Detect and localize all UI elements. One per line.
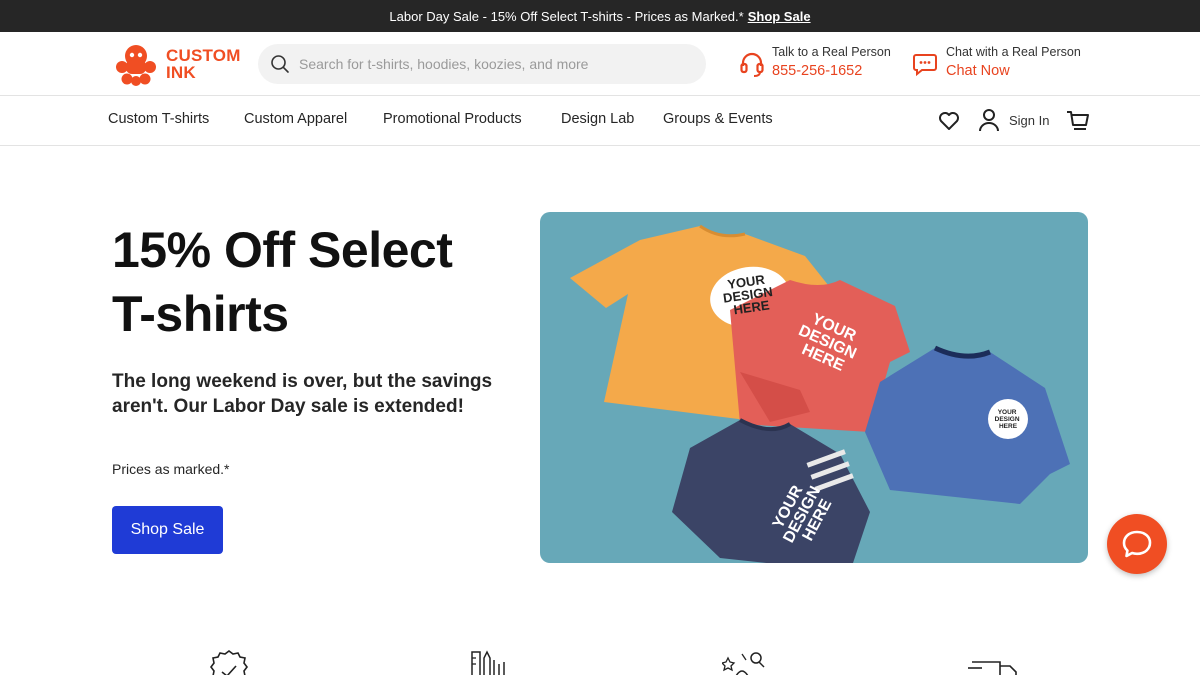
nav-item-groups-events[interactable]: Groups & Events — [663, 111, 773, 127]
site-header: CUSTOM INK Talk to a Real Person 855-256… — [0, 32, 1200, 96]
nav-item-promotional-products[interactable]: Promotional Products — [383, 111, 522, 127]
nav-item-custom-tshirts[interactable]: Custom T-shirts — [108, 111, 209, 127]
hero-image: YOUR DESIGN HERE YOUR DESIGN HERE YOUR D… — [540, 212, 1088, 563]
hero-note: Prices as marked.* — [112, 461, 230, 477]
headset-icon — [740, 52, 764, 77]
design-tools-icon — [722, 652, 765, 675]
delivery-truck-icon — [968, 661, 1017, 675]
hero-title-line1: 15% Off Select — [112, 222, 453, 278]
chat-label: Chat with a Real Person — [946, 45, 1081, 59]
phone-number-link[interactable]: 855-256-1652 — [772, 60, 891, 82]
logo-text-custom: CUSTOM — [166, 46, 241, 65]
hero-title: 15% Off Select T-shirts — [112, 218, 512, 346]
search-bar[interactable] — [258, 44, 706, 84]
logo-text-ink: INK — [166, 63, 196, 82]
logo-mark-icon — [116, 45, 156, 86]
phone-label: Talk to a Real Person — [772, 45, 891, 59]
search-icon[interactable] — [270, 54, 290, 74]
nav-item-custom-apparel[interactable]: Custom Apparel — [244, 111, 347, 127]
sign-in-button[interactable]: Sign In — [978, 108, 1049, 132]
chat-fab-button[interactable] — [1107, 514, 1167, 574]
shop-sale-button[interactable]: Shop Sale — [112, 506, 223, 554]
chat-now-link[interactable]: Chat Now — [946, 60, 1081, 82]
logo-wordmark: CUSTOM INK — [166, 47, 241, 81]
cart-icon[interactable] — [1066, 109, 1090, 133]
logo[interactable]: CUSTOM INK — [112, 40, 247, 88]
promo-shop-sale-link[interactable]: Shop Sale — [748, 9, 811, 24]
chat-fab-icon — [1122, 530, 1152, 558]
hero-title-line2: T-shirts — [112, 286, 289, 342]
hero-subtitle: The long weekend is over, but the saving… — [112, 371, 493, 417]
promo-bar: Labor Day Sale - 15% Off Select T-shirts… — [0, 0, 1200, 32]
search-input[interactable] — [299, 56, 679, 72]
phone-contact[interactable]: Talk to a Real Person 855-256-1652 — [740, 44, 891, 82]
chat-contact[interactable]: Chat with a Real Person Chat Now — [912, 44, 1081, 82]
nav-item-design-lab[interactable]: Design Lab — [561, 111, 634, 127]
main-nav: Custom T-shirts Custom Apparel Promotion… — [0, 96, 1200, 146]
user-icon — [979, 109, 999, 132]
heart-icon[interactable] — [937, 109, 961, 133]
pencil-ruler-icon — [471, 650, 505, 675]
badge-check-icon — [210, 650, 248, 675]
chat-icon — [913, 54, 937, 77]
sign-in-label: Sign In — [1009, 112, 1050, 128]
promo-text: Labor Day Sale - 15% Off Select T-shirts… — [389, 8, 744, 24]
